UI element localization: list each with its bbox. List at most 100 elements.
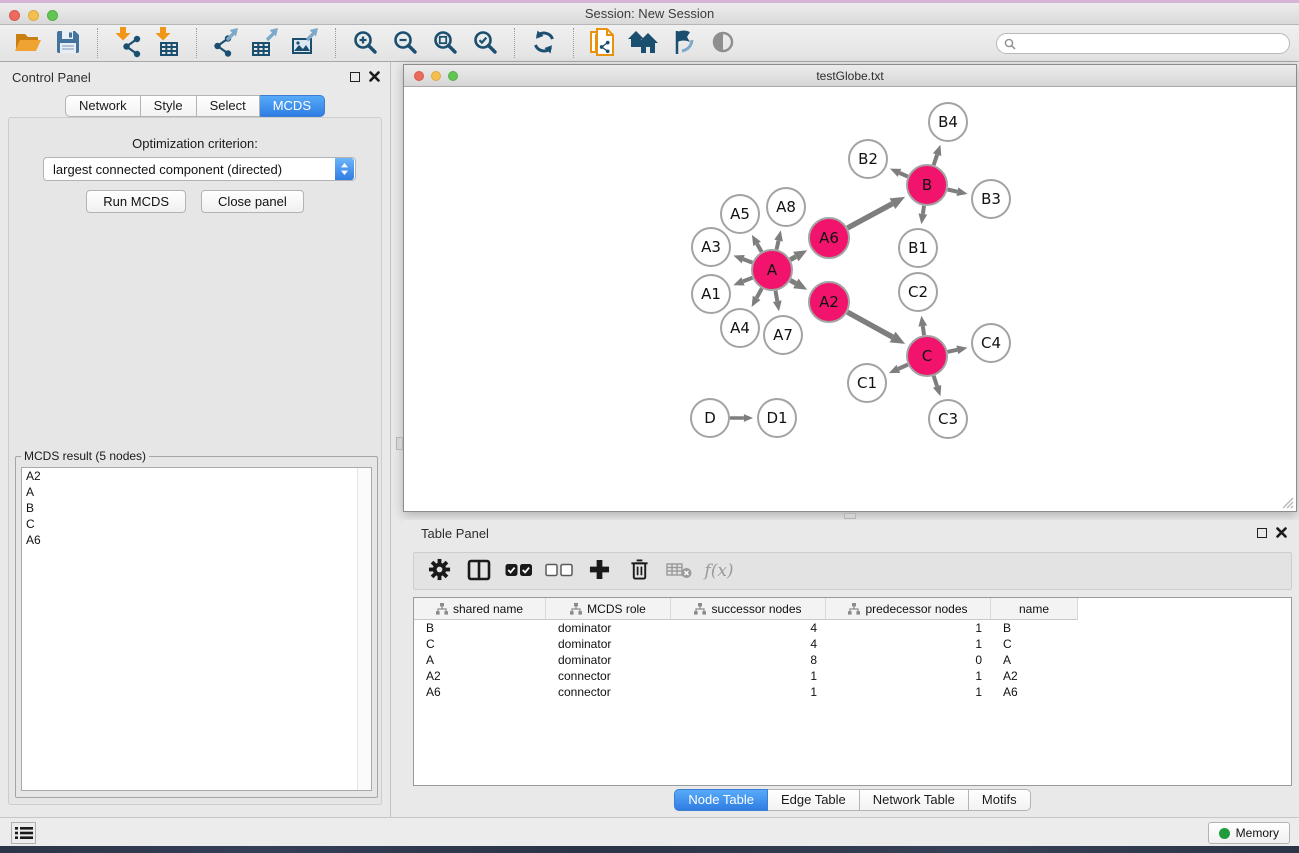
edge-A-A8[interactable] xyxy=(777,241,779,250)
table-row[interactable]: Bdominator41B xyxy=(414,620,1291,636)
zoom-selected-button[interactable] xyxy=(465,26,505,60)
edge-B-B2[interactable] xyxy=(899,173,907,177)
panel-splitter-handle[interactable] xyxy=(396,437,403,450)
run-mcds-button[interactable]: Run MCDS xyxy=(86,190,186,213)
mcds-result-item[interactable]: C xyxy=(22,516,371,532)
table-row[interactable]: Cdominator41C xyxy=(414,636,1291,652)
graph-node-A6[interactable]: A6 xyxy=(809,218,849,258)
zoom-fit-button[interactable] xyxy=(425,26,465,60)
edge-A-A6[interactable] xyxy=(790,257,796,260)
graph-node-C2[interactable]: C2 xyxy=(899,273,937,311)
add-column-button[interactable] xyxy=(586,557,612,585)
save-session-button[interactable] xyxy=(48,26,88,60)
edge-A-A4[interactable] xyxy=(757,288,762,297)
graph-node-B3[interactable]: B3 xyxy=(972,180,1010,218)
graph-node-A5[interactable]: A5 xyxy=(721,195,759,233)
table-row[interactable]: Adominator80A xyxy=(414,652,1291,668)
edge-C-C4[interactable] xyxy=(948,350,958,352)
graph-node-A[interactable]: A xyxy=(752,250,792,290)
graph-node-B1[interactable]: B1 xyxy=(899,229,937,267)
edge-A-A2[interactable] xyxy=(790,280,796,283)
edge-C-C1[interactable] xyxy=(898,365,907,369)
refresh-layout-button[interactable] xyxy=(524,26,564,60)
task-history-button[interactable] xyxy=(11,822,36,844)
home-view-button[interactable] xyxy=(623,26,663,60)
edge-C-C2[interactable] xyxy=(923,326,924,335)
edge-A-A1[interactable] xyxy=(743,278,752,282)
graph-node-A2[interactable]: A2 xyxy=(809,282,849,322)
graph-node-B[interactable]: B xyxy=(907,165,947,205)
column-header-predecessor-nodes[interactable]: predecessor nodes xyxy=(826,598,991,620)
tab-network[interactable]: Network xyxy=(65,95,141,117)
flag-toggle-button[interactable] xyxy=(663,26,703,60)
column-header-shared-name[interactable]: shared name xyxy=(414,598,546,620)
horizontal-splitter-handle[interactable] xyxy=(844,513,856,519)
delete-column-button[interactable] xyxy=(626,557,652,585)
table-row[interactable]: A6connector11A6 xyxy=(414,684,1291,700)
graph-node-C3[interactable]: C3 xyxy=(929,400,967,438)
graph-node-B2[interactable]: B2 xyxy=(849,140,887,178)
network-close-button[interactable] xyxy=(414,71,424,81)
tab-edge-table[interactable]: Edge Table xyxy=(768,789,860,811)
edge-A-A5[interactable] xyxy=(757,244,762,252)
mcds-result-item[interactable]: B xyxy=(22,500,371,516)
graph-node-A7[interactable]: A7 xyxy=(764,316,802,354)
column-header-successor-nodes[interactable]: successor nodes xyxy=(671,598,826,620)
close-window-button[interactable] xyxy=(9,10,20,21)
close-panel-icon[interactable] xyxy=(369,71,380,82)
zoom-out-button[interactable] xyxy=(385,26,425,60)
float-panel-icon[interactable] xyxy=(350,72,360,82)
edge-B-B4[interactable] xyxy=(934,155,937,165)
graph-node-A4[interactable]: A4 xyxy=(721,309,759,347)
edge-C-C3[interactable] xyxy=(934,376,937,386)
mcds-list-scrollbar[interactable] xyxy=(357,468,371,790)
edge-B-B1[interactable] xyxy=(923,206,924,214)
table-row[interactable]: A2connector11A2 xyxy=(414,668,1291,684)
edge-A2-C[interactable] xyxy=(847,312,892,337)
clone-network-button[interactable] xyxy=(583,26,623,60)
mcds-result-item[interactable]: A xyxy=(22,484,371,500)
mcds-result-item[interactable]: A6 xyxy=(22,532,371,548)
network-minimize-button[interactable] xyxy=(431,71,441,81)
column-header-name[interactable]: name xyxy=(991,598,1078,620)
mcds-result-item[interactable]: A2 xyxy=(22,468,371,484)
criterion-dropdown[interactable]: largest connected component (directed) xyxy=(43,157,356,181)
tab-mcds[interactable]: MCDS xyxy=(260,95,325,117)
memory-button[interactable]: Memory xyxy=(1208,822,1290,844)
graph-node-D1[interactable]: D1 xyxy=(758,399,796,437)
graph-node-D[interactable]: D xyxy=(691,399,729,437)
close-panel-button[interactable]: Close panel xyxy=(201,190,304,213)
edge-B-B3[interactable] xyxy=(948,189,958,191)
select-all-button[interactable] xyxy=(506,557,532,585)
network-maximize-button[interactable] xyxy=(448,71,458,81)
table-close-panel-icon[interactable] xyxy=(1276,527,1287,538)
export-table-button[interactable] xyxy=(246,26,286,60)
edge-A-A7[interactable] xyxy=(776,291,778,301)
tab-network-table[interactable]: Network Table xyxy=(860,789,969,811)
tab-select[interactable]: Select xyxy=(197,95,260,117)
graph-node-A8[interactable]: A8 xyxy=(767,188,805,226)
table-float-panel-icon[interactable] xyxy=(1257,528,1267,538)
tab-motifs[interactable]: Motifs xyxy=(969,789,1031,811)
import-network-button[interactable] xyxy=(107,26,147,60)
zoom-in-button[interactable] xyxy=(345,26,385,60)
edge-A-A3[interactable] xyxy=(743,259,752,262)
import-table-button[interactable] xyxy=(147,26,187,60)
graph-node-A1[interactable]: A1 xyxy=(692,275,730,313)
graph-node-A3[interactable]: A3 xyxy=(692,228,730,266)
network-canvas[interactable]: B4B2BB3B1A5A8A6A3AA1C2A2A4A7CC4C1C3DD1 xyxy=(404,87,1296,511)
maximize-window-button[interactable] xyxy=(47,10,58,21)
open-file-button[interactable] xyxy=(8,26,48,60)
graph-node-C[interactable]: C xyxy=(907,336,947,376)
graph-node-B4[interactable]: B4 xyxy=(929,103,967,141)
tab-node-table[interactable]: Node Table xyxy=(674,789,768,811)
column-header-MCDS-role[interactable]: MCDS role xyxy=(546,598,671,620)
show-hide-button[interactable] xyxy=(703,26,743,60)
export-network-button[interactable] xyxy=(206,26,246,60)
search-input[interactable] xyxy=(1016,37,1289,51)
settings-gear-button[interactable] xyxy=(426,557,452,585)
edge-A6-B[interactable] xyxy=(847,204,892,228)
graph-node-C4[interactable]: C4 xyxy=(972,324,1010,362)
deselect-all-button[interactable] xyxy=(546,557,572,585)
minimize-window-button[interactable] xyxy=(28,10,39,21)
